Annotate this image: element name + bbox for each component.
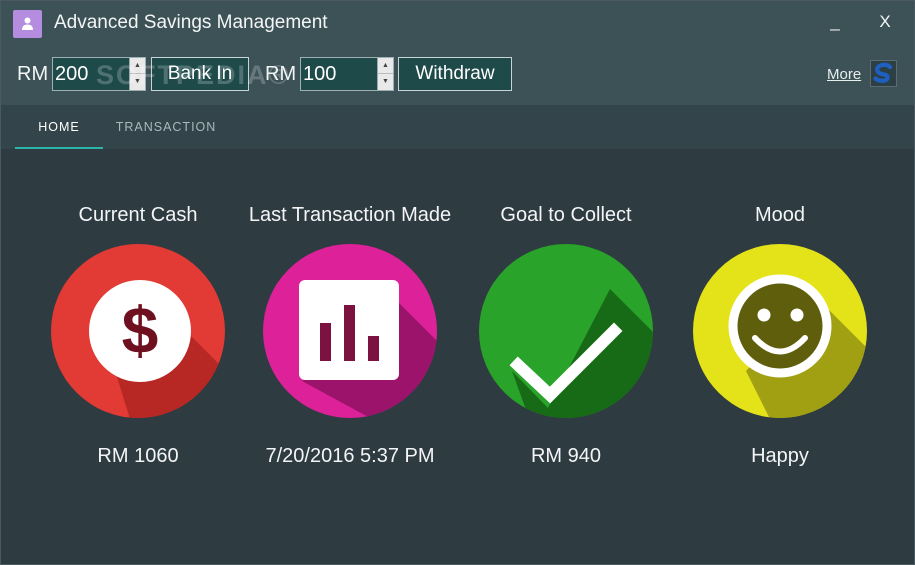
goal-card: Goal to Collect RM 940	[451, 201, 681, 468]
card-value: 7/20/2016 5:37 PM	[265, 445, 435, 467]
bar-chart-icon	[262, 243, 438, 419]
card-title: Mood	[754, 204, 806, 226]
withdraw-button[interactable]: Withdraw	[398, 57, 512, 91]
current-cash-card: Current Cash $ RM 1060	[23, 201, 253, 468]
spin-down-icon[interactable]: ▼	[378, 74, 393, 89]
last-transaction-card: Last Transaction Made 7/20/2016 5:37 PM	[235, 201, 465, 468]
card-title: Goal to Collect	[500, 204, 632, 226]
user-icon	[13, 10, 42, 38]
dollar-icon: $	[50, 243, 226, 419]
softpedia-logo-icon[interactable]	[870, 60, 897, 87]
minimize-button[interactable]: _	[815, 7, 855, 37]
title-bar: Advanced Savings Management _ X	[1, 1, 914, 47]
toolbar: RM ▲ ▼ Bank In SOFTPEDIA® RM ▲ ▼ Withdra…	[1, 47, 914, 105]
card-value: Happy	[751, 445, 809, 467]
watermark: SOFTPEDIA®	[96, 60, 291, 90]
withdraw-currency-label: RM	[265, 63, 297, 85]
checkmark-icon	[478, 243, 654, 419]
tab-transaction[interactable]: TRANSACTION	[110, 105, 222, 149]
card-title: Current Cash	[78, 204, 198, 226]
currency-label: RM	[17, 63, 49, 85]
card-title: Last Transaction Made	[248, 204, 452, 226]
withdraw-amount-stepper[interactable]: ▲ ▼	[300, 57, 394, 91]
more-link[interactable]: More	[827, 66, 861, 83]
withdraw-spinner[interactable]: ▲ ▼	[377, 58, 393, 90]
mood-card: Mood Happy	[665, 201, 895, 468]
smiley-icon	[692, 243, 868, 419]
tab-bar: HOME TRANSACTION	[1, 105, 914, 149]
card-value: RM 940	[530, 445, 602, 467]
app-window: Advanced Savings Management _ X RM ▲ ▼ B…	[0, 0, 915, 565]
withdraw-amount-input[interactable]	[301, 58, 377, 90]
spin-up-icon[interactable]: ▲	[378, 58, 393, 74]
svg-text:$: $	[122, 293, 159, 367]
card-value: RM 1060	[97, 445, 179, 467]
window-title: Advanced Savings Management	[54, 12, 328, 33]
tab-home[interactable]: HOME	[15, 105, 103, 149]
close-button[interactable]: X	[865, 7, 905, 37]
